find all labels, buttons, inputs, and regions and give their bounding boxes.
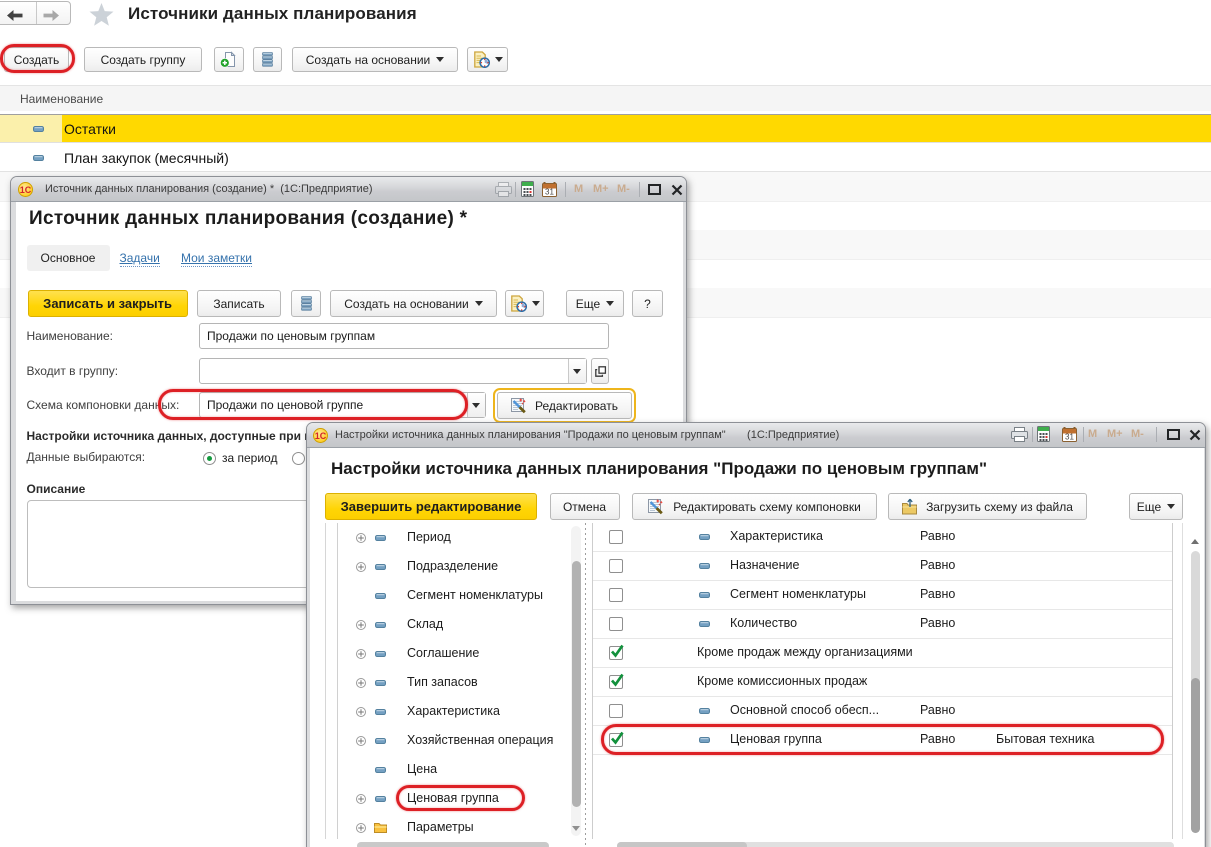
svg-text:31: 31 (545, 188, 554, 197)
svg-text:31: 31 (1065, 433, 1074, 442)
